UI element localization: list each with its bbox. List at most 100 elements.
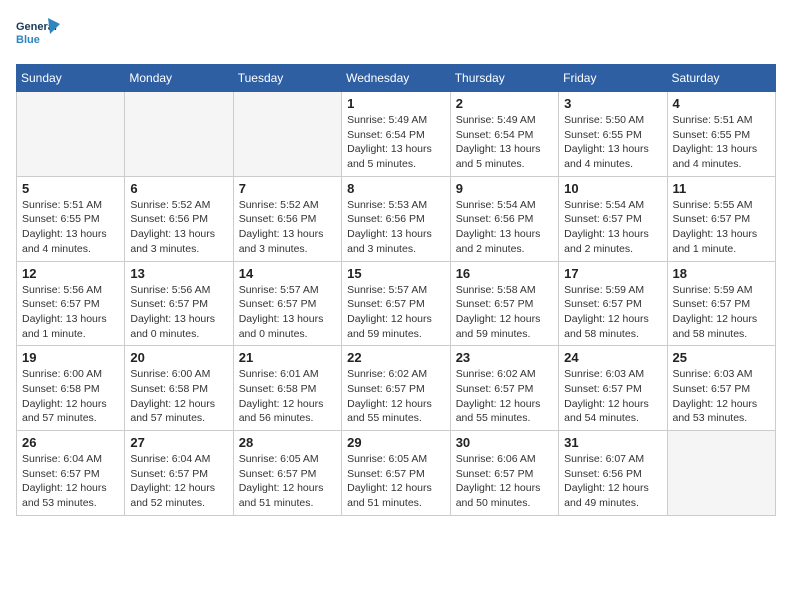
calendar-cell: 13 Sunrise: 5:56 AMSunset: 6:57 PMDayligh… xyxy=(125,261,233,346)
day-info: Sunrise: 6:03 AMSunset: 6:57 PMDaylight:… xyxy=(673,367,771,426)
logo: General Blue xyxy=(16,16,60,54)
day-info: Sunrise: 5:58 AMSunset: 6:57 PMDaylight:… xyxy=(456,283,553,342)
weekday-header-saturday: Saturday xyxy=(667,65,776,92)
day-info: Sunrise: 5:56 AMSunset: 6:57 PMDaylight:… xyxy=(22,283,119,342)
day-number: 18 xyxy=(673,266,771,281)
day-number: 3 xyxy=(564,96,661,111)
day-number: 23 xyxy=(456,350,553,365)
day-number: 2 xyxy=(456,96,553,111)
week-row-1: 1 Sunrise: 5:49 AMSunset: 6:54 PMDaylight… xyxy=(17,92,776,177)
calendar-cell: 26Sunrise: 6:04 AMSunset: 6:57 PMDayligh… xyxy=(17,431,125,516)
calendar-cell: 18Sunrise: 5:59 AMSunset: 6:57 PMDayligh… xyxy=(667,261,776,346)
calendar-cell: 24 Sunrise: 6:03 AMSunset: 6:57 PMDayligh… xyxy=(559,346,667,431)
calendar-cell: 5 Sunrise: 5:51 AMSunset: 6:55 PMDaylight… xyxy=(17,176,125,261)
day-number: 7 xyxy=(239,181,336,196)
day-info: Sunrise: 6:05 AMSunset: 6:57 PMDaylight:… xyxy=(347,452,445,511)
calendar-cell: 25 Sunrise: 6:03 AMSunset: 6:57 PMDayligh… xyxy=(667,346,776,431)
day-number: 5 xyxy=(22,181,119,196)
day-number: 11 xyxy=(673,181,771,196)
day-number: 4 xyxy=(673,96,771,111)
day-number: 6 xyxy=(130,181,227,196)
calendar-cell xyxy=(125,92,233,177)
svg-text:Blue: Blue xyxy=(16,34,40,46)
day-number: 16 xyxy=(456,266,553,281)
week-row-5: 26 Sunrise: 6:04 AMSunset: 6:57 PMDayligh… xyxy=(17,431,776,516)
calendar-cell: 2 Sunrise: 5:49 AMSunset: 6:54 PMDaylight… xyxy=(450,92,558,177)
day-info: Sunrise: 5:53 AMSunset: 6:56 PMDaylight:… xyxy=(347,198,445,257)
calendar-cell: 21Sunrise: 6:01 AMSunset: 6:58 PMDayligh… xyxy=(233,346,341,431)
calendar-cell xyxy=(233,92,341,177)
day-number: 20 xyxy=(130,350,227,365)
weekday-header-friday: Friday xyxy=(559,65,667,92)
calendar-cell: 10Sunrise: 5:54 AMSunset: 6:57 PMDayligh… xyxy=(559,176,667,261)
day-info: Sunrise: 6:03 AMSunset: 6:57 PMDaylight:… xyxy=(564,367,661,426)
day-number: 14 xyxy=(239,266,336,281)
calendar-cell: 22 Sunrise: 6:02 AMSunset: 6:57 PMDayligh… xyxy=(342,346,451,431)
day-info: Sunrise: 6:01 AMSunset: 6:58 PMDaylight:… xyxy=(239,367,336,426)
day-info: Sunrise: 5:59 AMSunset: 6:57 PMDaylight:… xyxy=(564,283,661,342)
day-number: 31 xyxy=(564,435,661,450)
day-number: 8 xyxy=(347,181,445,196)
day-number: 19 xyxy=(22,350,119,365)
day-info: Sunrise: 5:49 AMSunset: 6:54 PMDaylight:… xyxy=(347,113,445,172)
day-info: Sunrise: 6:07 AMSunset: 6:56 PMDaylight:… xyxy=(564,452,661,511)
day-info: Sunrise: 6:02 AMSunset: 6:57 PMDaylight:… xyxy=(347,367,445,426)
week-row-2: 5 Sunrise: 5:51 AMSunset: 6:55 PMDaylight… xyxy=(17,176,776,261)
calendar-table: SundayMondayTuesdayWednesdayThursdayFrid… xyxy=(16,64,776,516)
day-info: Sunrise: 5:56 AMSunset: 6:57 PMDaylight:… xyxy=(130,283,227,342)
day-number: 1 xyxy=(347,96,445,111)
calendar-cell: 14Sunrise: 5:57 AMSunset: 6:57 PMDayligh… xyxy=(233,261,341,346)
day-number: 10 xyxy=(564,181,661,196)
calendar-cell: 23 Sunrise: 6:02 AMSunset: 6:57 PMDayligh… xyxy=(450,346,558,431)
weekday-header-row: SundayMondayTuesdayWednesdayThursdayFrid… xyxy=(17,65,776,92)
calendar-cell: 19 Sunrise: 6:00 AMSunset: 6:58 PMDayligh… xyxy=(17,346,125,431)
weekday-header-sunday: Sunday xyxy=(17,65,125,92)
day-info: Sunrise: 6:00 AMSunset: 6:58 PMDaylight:… xyxy=(130,367,227,426)
day-number: 25 xyxy=(673,350,771,365)
day-info: Sunrise: 5:51 AMSunset: 6:55 PMDaylight:… xyxy=(22,198,119,257)
weekday-header-monday: Monday xyxy=(125,65,233,92)
calendar-cell: 27 Sunrise: 6:04 AMSunset: 6:57 PMDayligh… xyxy=(125,431,233,516)
weekday-header-wednesday: Wednesday xyxy=(342,65,451,92)
day-info: Sunrise: 5:57 AMSunset: 6:57 PMDaylight:… xyxy=(347,283,445,342)
day-info: Sunrise: 5:54 AMSunset: 6:56 PMDaylight:… xyxy=(456,198,553,257)
day-number: 9 xyxy=(456,181,553,196)
day-info: Sunrise: 6:02 AMSunset: 6:57 PMDaylight:… xyxy=(456,367,553,426)
calendar-cell: 20 Sunrise: 6:00 AMSunset: 6:58 PMDayligh… xyxy=(125,346,233,431)
day-number: 29 xyxy=(347,435,445,450)
day-number: 22 xyxy=(347,350,445,365)
calendar-cell: 4 Sunrise: 5:51 AMSunset: 6:55 PMDaylight… xyxy=(667,92,776,177)
calendar-cell: 11Sunrise: 5:55 AMSunset: 6:57 PMDayligh… xyxy=(667,176,776,261)
logo-svg: General Blue xyxy=(16,16,60,54)
calendar-cell: 3Sunrise: 5:50 AMSunset: 6:55 PMDaylight… xyxy=(559,92,667,177)
calendar-cell: 7 Sunrise: 5:52 AMSunset: 6:56 PMDaylight… xyxy=(233,176,341,261)
day-info: Sunrise: 5:52 AMSunset: 6:56 PMDaylight:… xyxy=(239,198,336,257)
day-info: Sunrise: 5:49 AMSunset: 6:54 PMDaylight:… xyxy=(456,113,553,172)
calendar-cell: 29 Sunrise: 6:05 AMSunset: 6:57 PMDayligh… xyxy=(342,431,451,516)
calendar-cell: 28 Sunrise: 6:05 AMSunset: 6:57 PMDayligh… xyxy=(233,431,341,516)
page-header: General Blue xyxy=(16,16,776,54)
calendar-cell: 17 Sunrise: 5:59 AMSunset: 6:57 PMDayligh… xyxy=(559,261,667,346)
calendar-cell: 6Sunrise: 5:52 AMSunset: 6:56 PMDaylight… xyxy=(125,176,233,261)
day-info: Sunrise: 6:05 AMSunset: 6:57 PMDaylight:… xyxy=(239,452,336,511)
day-number: 24 xyxy=(564,350,661,365)
day-number: 27 xyxy=(130,435,227,450)
weekday-header-tuesday: Tuesday xyxy=(233,65,341,92)
calendar-cell: 30Sunrise: 6:06 AMSunset: 6:57 PMDayligh… xyxy=(450,431,558,516)
day-info: Sunrise: 6:06 AMSunset: 6:57 PMDaylight:… xyxy=(456,452,553,511)
day-info: Sunrise: 6:04 AMSunset: 6:57 PMDaylight:… xyxy=(130,452,227,511)
calendar-cell xyxy=(667,431,776,516)
day-info: Sunrise: 5:51 AMSunset: 6:55 PMDaylight:… xyxy=(673,113,771,172)
day-number: 12 xyxy=(22,266,119,281)
calendar-cell: 1 Sunrise: 5:49 AMSunset: 6:54 PMDaylight… xyxy=(342,92,451,177)
calendar-cell: 15 Sunrise: 5:57 AMSunset: 6:57 PMDayligh… xyxy=(342,261,451,346)
day-number: 17 xyxy=(564,266,661,281)
calendar-cell: 16 Sunrise: 5:58 AMSunset: 6:57 PMDayligh… xyxy=(450,261,558,346)
day-number: 26 xyxy=(22,435,119,450)
day-number: 28 xyxy=(239,435,336,450)
day-info: Sunrise: 6:00 AMSunset: 6:58 PMDaylight:… xyxy=(22,367,119,426)
week-row-4: 19 Sunrise: 6:00 AMSunset: 6:58 PMDayligh… xyxy=(17,346,776,431)
day-number: 13 xyxy=(130,266,227,281)
weekday-header-thursday: Thursday xyxy=(450,65,558,92)
day-number: 15 xyxy=(347,266,445,281)
